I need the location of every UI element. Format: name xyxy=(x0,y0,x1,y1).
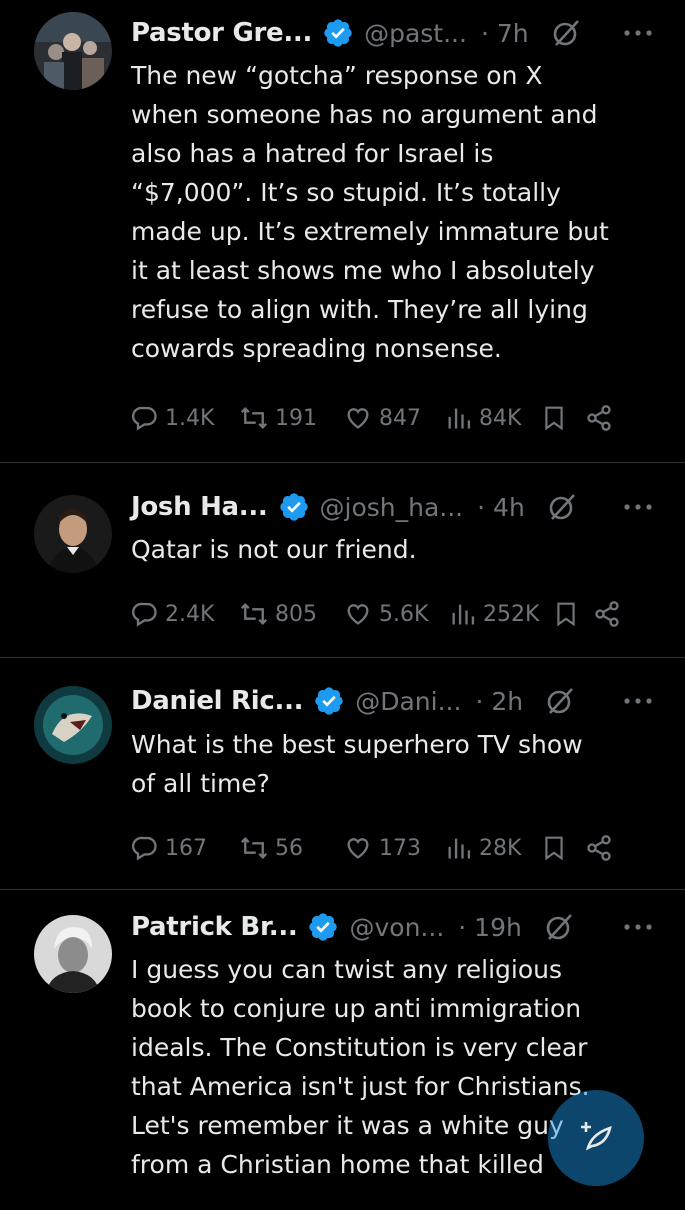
bookmark-icon xyxy=(541,403,567,433)
timestamp[interactable]: · 2h xyxy=(475,687,523,716)
like-icon xyxy=(343,600,373,628)
repost-icon xyxy=(239,600,269,628)
verified-badge-icon xyxy=(278,491,310,523)
grok-icon[interactable] xyxy=(544,912,574,942)
avatar[interactable] xyxy=(34,495,112,573)
timestamp[interactable]: · 19h xyxy=(458,913,522,942)
views-icon xyxy=(445,404,473,432)
tweet-actions: 167 56 173 28K xyxy=(131,828,651,868)
like-count: 173 xyxy=(379,835,421,861)
reply-button[interactable]: 167 xyxy=(131,828,239,868)
bookmark-button[interactable] xyxy=(541,828,585,868)
reply-icon xyxy=(131,600,159,628)
views-button[interactable]: 252K xyxy=(449,594,553,634)
reply-button[interactable]: 2.4K xyxy=(131,594,239,634)
reply-icon xyxy=(131,404,159,432)
tweet[interactable]: Pastor Gre... @past... · 7h The new “got… xyxy=(0,0,685,463)
repost-button[interactable]: 805 xyxy=(239,594,343,634)
tweet-header: Josh Ha... @josh_ha... · 4h xyxy=(131,488,655,526)
timeline-feed: Pastor Gre... @past... · 7h The new “got… xyxy=(0,0,685,1210)
tweet[interactable]: Josh Ha... @josh_ha... · 4h Qatar is not… xyxy=(0,463,685,658)
views-count: 28K xyxy=(479,835,522,861)
tweet-text: The new “gotcha” response on X when some… xyxy=(131,61,609,363)
more-options-icon[interactable] xyxy=(621,691,655,711)
share-icon xyxy=(585,404,613,432)
share-button[interactable] xyxy=(585,828,615,868)
views-button[interactable]: 84K xyxy=(445,398,541,438)
author-name[interactable]: Daniel Ric... xyxy=(131,686,304,716)
reply-count: 2.4K xyxy=(165,601,215,627)
views-count: 84K xyxy=(479,405,522,431)
more-options-icon[interactable] xyxy=(621,23,655,43)
author-handle[interactable]: @josh_ha... xyxy=(320,493,464,522)
repost-count: 191 xyxy=(275,405,317,431)
author-handle[interactable]: @Dani... xyxy=(355,687,461,716)
tweet-header: Patrick Br... @von... · 19h xyxy=(131,908,655,946)
views-button[interactable]: 28K xyxy=(445,828,541,868)
bookmark-button[interactable] xyxy=(553,594,593,634)
like-icon xyxy=(343,404,373,432)
repost-count: 805 xyxy=(275,601,317,627)
share-button[interactable] xyxy=(593,594,623,634)
grok-icon[interactable] xyxy=(547,492,577,522)
author-name[interactable]: Patrick Br... xyxy=(131,912,298,942)
tweet-text: What is the best superhero TV show of al… xyxy=(131,730,583,798)
views-icon xyxy=(449,600,477,628)
author-handle[interactable]: @von... xyxy=(349,913,444,942)
like-count: 5.6K xyxy=(379,601,429,627)
share-button[interactable] xyxy=(585,398,615,438)
timestamp[interactable]: · 4h xyxy=(477,493,525,522)
like-count: 847 xyxy=(379,405,421,431)
like-button[interactable]: 173 xyxy=(343,828,445,868)
bookmark-icon xyxy=(541,833,567,863)
grok-icon[interactable] xyxy=(545,686,575,716)
tweet-actions: 2.4K 805 5.6K 252K xyxy=(131,594,651,634)
tweet-header: Daniel Ric... @Dani... · 2h xyxy=(131,682,655,720)
repost-button[interactable]: 191 xyxy=(239,398,343,438)
verified-badge-icon xyxy=(307,911,339,943)
compose-post-icon xyxy=(574,1114,618,1162)
verified-badge-icon xyxy=(322,17,354,49)
bookmark-button[interactable] xyxy=(541,398,585,438)
repost-count: 56 xyxy=(275,835,303,861)
repost-button[interactable]: 56 xyxy=(239,828,343,868)
grok-icon[interactable] xyxy=(551,18,581,48)
avatar[interactable] xyxy=(34,12,112,90)
tweet-header: Pastor Gre... @past... · 7h xyxy=(131,14,655,52)
reply-count: 167 xyxy=(165,835,207,861)
compose-post-button[interactable] xyxy=(548,1090,644,1186)
verified-badge-icon xyxy=(313,685,345,717)
reply-count: 1.4K xyxy=(165,405,215,431)
views-icon xyxy=(445,834,473,862)
bookmark-icon xyxy=(553,599,579,629)
repost-icon xyxy=(239,834,269,862)
share-icon xyxy=(585,834,613,862)
author-name[interactable]: Pastor Gre... xyxy=(131,18,312,48)
tweet[interactable]: Daniel Ric... @Dani... · 2h What is the … xyxy=(0,658,685,890)
like-button[interactable]: 5.6K xyxy=(343,594,449,634)
share-icon xyxy=(593,600,621,628)
author-handle[interactable]: @past... xyxy=(364,19,467,48)
repost-icon xyxy=(239,404,269,432)
avatar[interactable] xyxy=(34,915,112,993)
like-button[interactable]: 847 xyxy=(343,398,445,438)
like-icon xyxy=(343,834,373,862)
tweet-actions: 1.4K 191 847 84K xyxy=(131,398,651,438)
avatar[interactable] xyxy=(34,686,112,764)
tweet-text: Qatar is not our friend. xyxy=(131,535,417,564)
views-count: 252K xyxy=(483,601,540,627)
reply-button[interactable]: 1.4K xyxy=(131,398,239,438)
author-name[interactable]: Josh Ha... xyxy=(131,492,268,522)
more-options-icon[interactable] xyxy=(621,917,655,937)
more-options-icon[interactable] xyxy=(621,497,655,517)
timestamp[interactable]: · 7h xyxy=(481,19,529,48)
reply-icon xyxy=(131,834,159,862)
